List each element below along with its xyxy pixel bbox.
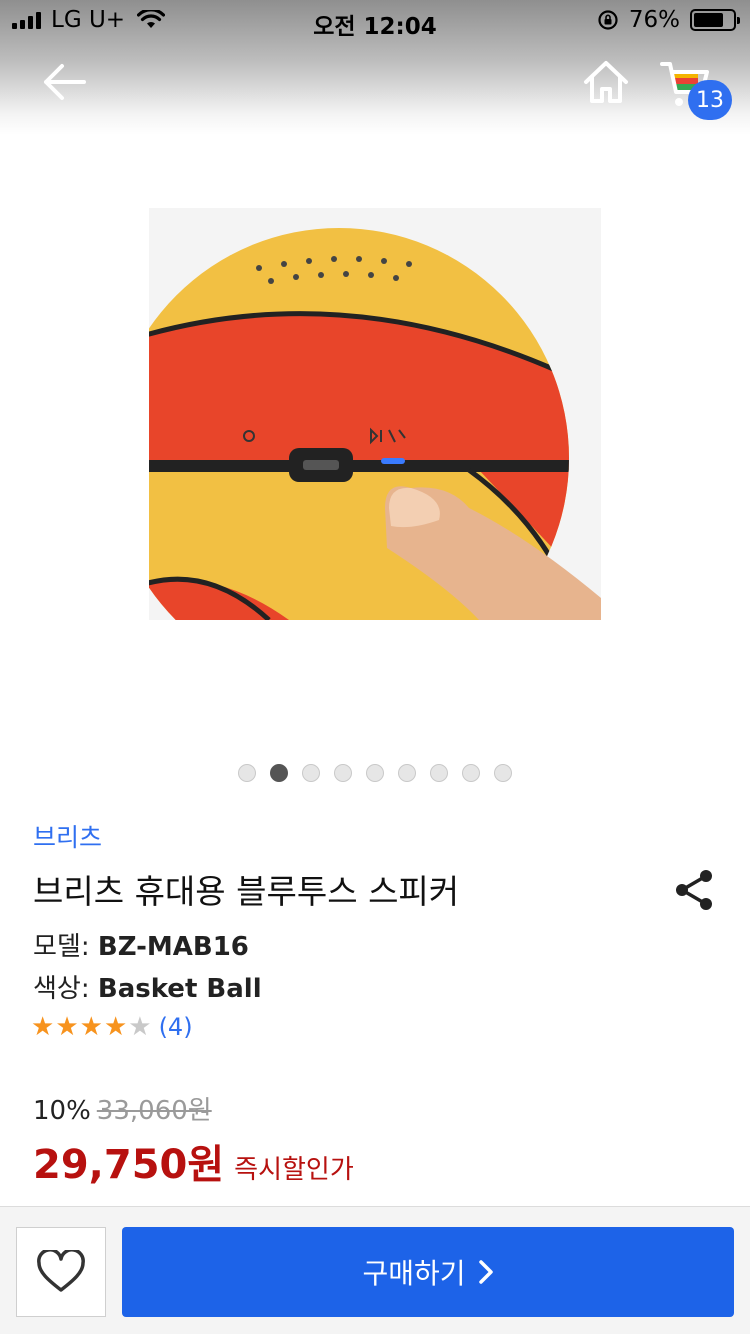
- share-icon: [676, 870, 712, 910]
- product-title: 브리츠 휴대용 블루투스 스피커: [33, 872, 460, 911]
- back-arrow-icon: [44, 64, 86, 100]
- discount-row: 10% 33,060원: [33, 1090, 212, 1127]
- price-row: 29,750원 즉시할인가: [33, 1132, 354, 1190]
- cart-count-badge: 13: [688, 80, 732, 120]
- model-value: BZ-MAB16: [97, 932, 249, 962]
- model-spec: 모델: BZ-MAB16: [33, 926, 249, 963]
- status-bar: LG U+ 오전 12:04 76%: [0, 0, 750, 40]
- pagination-dot-active[interactable]: [270, 764, 288, 782]
- color-spec: 색상: Basket Ball: [33, 968, 262, 1005]
- star-filled-icon: ★: [55, 1012, 79, 1042]
- share-button[interactable]: [668, 864, 720, 916]
- battery-icon: [690, 9, 740, 31]
- price-note: 즉시할인가: [234, 1155, 354, 1185]
- star-filled-icon: ★: [31, 1012, 55, 1042]
- battery-fill: [694, 13, 723, 27]
- battery-percent: 76%: [628, 7, 680, 33]
- rating-stars: ★ ★ ★ ★ ★: [31, 1012, 153, 1042]
- pagination-dot[interactable]: [462, 764, 480, 782]
- color-value: Basket Ball: [97, 974, 262, 1004]
- buy-button-label: 구매하기: [362, 1257, 466, 1290]
- pagination-dot[interactable]: [398, 764, 416, 782]
- back-button[interactable]: [32, 54, 96, 110]
- pagination-dot[interactable]: [494, 764, 512, 782]
- pagination-dot[interactable]: [302, 764, 320, 782]
- sale-price: 29,750원: [33, 1142, 225, 1188]
- discount-rate: 10%: [33, 1096, 91, 1126]
- buy-button[interactable]: 구매하기: [122, 1227, 734, 1317]
- heart-icon: [37, 1250, 85, 1292]
- product-image[interactable]: [149, 208, 601, 620]
- chevron-right-icon: [478, 1259, 494, 1285]
- model-label: 모델:: [33, 932, 90, 962]
- rotation-lock-icon: [598, 10, 618, 30]
- home-button[interactable]: [576, 54, 636, 110]
- image-pagination[interactable]: [0, 764, 750, 782]
- home-icon: [584, 61, 628, 103]
- status-right: 76%: [597, 7, 740, 33]
- star-filled-icon: ★: [79, 1012, 103, 1042]
- review-count[interactable]: (4): [159, 1013, 193, 1041]
- original-price: 33,060원: [96, 1096, 212, 1126]
- rating[interactable]: ★ ★ ★ ★ ★ (4): [31, 1012, 193, 1042]
- header-nav: 13: [0, 40, 750, 130]
- basketball-speaker-image: [149, 208, 601, 620]
- pagination-dot[interactable]: [334, 764, 352, 782]
- pagination-dot[interactable]: [430, 764, 448, 782]
- color-label: 색상:: [33, 974, 90, 1004]
- star-filled-icon: ★: [103, 1012, 128, 1042]
- brand-link[interactable]: 브리츠: [33, 818, 102, 854]
- wishlist-button[interactable]: [16, 1227, 106, 1317]
- pagination-dot[interactable]: [238, 764, 256, 782]
- star-empty-icon: ★: [128, 1012, 152, 1042]
- pagination-dot[interactable]: [366, 764, 384, 782]
- bottom-action-bar: 구매하기: [0, 1206, 750, 1334]
